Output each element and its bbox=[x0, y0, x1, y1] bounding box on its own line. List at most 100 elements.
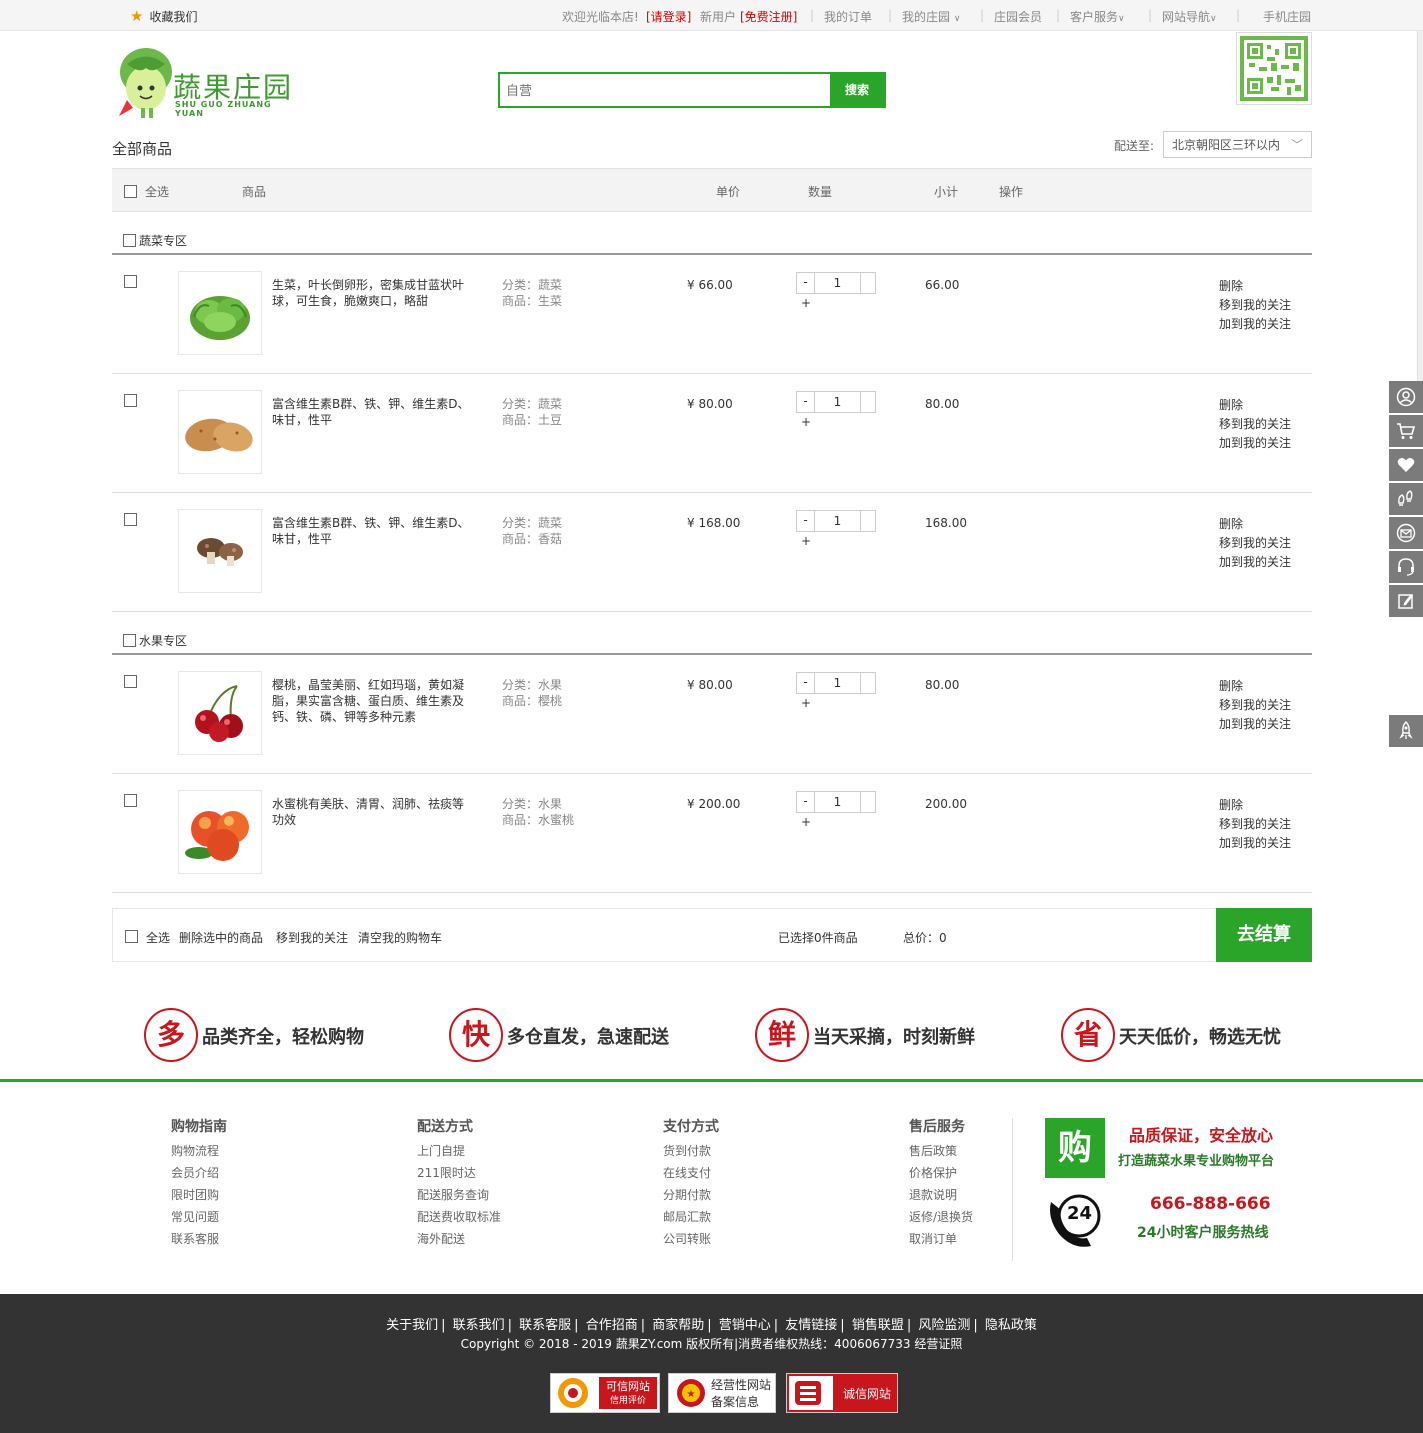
decrease-button[interactable]: - bbox=[797, 511, 815, 531]
member-link[interactable]: 庄园会员 bbox=[994, 8, 1042, 25]
footer-link[interactable]: 常见问题 bbox=[171, 1206, 227, 1228]
decrease-button[interactable]: - bbox=[797, 273, 815, 293]
item-checkbox[interactable] bbox=[124, 794, 137, 807]
select-all-checkbox[interactable] bbox=[124, 185, 137, 198]
increase-button[interactable]: + bbox=[801, 815, 811, 829]
back-to-top-rocket-icon[interactable] bbox=[1389, 715, 1423, 749]
footer-link[interactable]: 会员介绍 bbox=[171, 1162, 227, 1184]
product-desc[interactable]: 富含维生素B群、铁、钾、维生素D、味甘，性平 bbox=[272, 515, 472, 547]
heart-icon[interactable] bbox=[1389, 449, 1423, 483]
user-icon[interactable] bbox=[1389, 381, 1423, 415]
item-checkbox[interactable] bbox=[124, 275, 137, 288]
footer-link[interactable]: 上门自提 bbox=[417, 1140, 501, 1162]
feedback-edit-icon[interactable] bbox=[1389, 585, 1423, 619]
quantity-input[interactable]: 1 bbox=[815, 392, 861, 412]
product-image-lettuce[interactable] bbox=[178, 271, 262, 355]
move-follow-link[interactable]: 移到我的关注 bbox=[1219, 296, 1291, 315]
increase-button[interactable]: + bbox=[801, 296, 811, 310]
add-follow-link[interactable]: 加到我的关注 bbox=[1219, 553, 1291, 572]
delete-link[interactable]: 删除 bbox=[1219, 677, 1291, 696]
bottom-link[interactable]: 商家帮助 bbox=[652, 1318, 704, 1333]
clear-cart-link[interactable]: 清空我的购物车 bbox=[358, 929, 442, 946]
footer-link[interactable]: 退款说明 bbox=[909, 1184, 973, 1206]
add-follow-link[interactable]: 加到我的关注 bbox=[1219, 434, 1291, 453]
register-link[interactable]: [免费注册] bbox=[740, 8, 797, 25]
checkout-button[interactable]: 去结算 bbox=[1216, 908, 1312, 962]
deliver-select[interactable]: 北京朝阳区三环以内 ﹀ bbox=[1163, 131, 1312, 158]
cart-icon[interactable] bbox=[1389, 415, 1423, 449]
product-image-mushroom[interactable] bbox=[178, 509, 262, 593]
move-follow-link[interactable]: 移到我的关注 bbox=[1219, 415, 1291, 434]
footer-link[interactable]: 邮局汇款 bbox=[663, 1206, 719, 1228]
my-orders-link[interactable]: 我的订单 bbox=[824, 8, 872, 25]
site-nav-link[interactable]: 网站导航∨ bbox=[1162, 8, 1217, 25]
bottom-link[interactable]: 联系我们 bbox=[453, 1318, 505, 1333]
site-logo[interactable]: 蔬果庄园 SHU GUO ZHUANG YUAN bbox=[113, 44, 303, 124]
delete-link[interactable]: 删除 bbox=[1219, 277, 1291, 296]
increase-button[interactable]: + bbox=[801, 534, 811, 548]
delete-link[interactable]: 删除 bbox=[1219, 515, 1291, 534]
headset-icon[interactable] bbox=[1389, 551, 1423, 585]
product-desc[interactable]: 富含维生素B群、铁、钾、维生素D、味甘，性平 bbox=[272, 396, 472, 428]
decrease-button[interactable]: - bbox=[797, 673, 815, 693]
select-all-label[interactable]: 全选 bbox=[146, 929, 170, 946]
footer-link[interactable]: 价格保护 bbox=[909, 1162, 973, 1184]
move-follow-link[interactable]: 移到我的关注 bbox=[1219, 815, 1291, 834]
item-checkbox[interactable] bbox=[124, 513, 137, 526]
add-follow-link[interactable]: 加到我的关注 bbox=[1219, 834, 1291, 853]
product-image-cherry[interactable] bbox=[178, 671, 262, 755]
product-image-peach[interactable] bbox=[178, 790, 262, 874]
move-follow-link[interactable]: 移到我的关注 bbox=[1219, 696, 1291, 715]
select-all-checkbox[interactable] bbox=[125, 930, 138, 943]
footer-link[interactable]: 分期付款 bbox=[663, 1184, 719, 1206]
product-desc[interactable]: 樱桃，晶莹美丽、红如玛瑙，黄如凝脂，果实富含糖、蛋白质、维生素及钙、铁、磷、钾等… bbox=[272, 677, 472, 725]
history-footprint-icon[interactable] bbox=[1389, 483, 1423, 517]
footer-link[interactable]: 联系客服 bbox=[171, 1228, 227, 1250]
footer-link[interactable]: 在线支付 bbox=[663, 1162, 719, 1184]
section-checkbox[interactable] bbox=[123, 234, 136, 247]
section-checkbox[interactable] bbox=[123, 634, 136, 647]
bottom-link[interactable]: 销售联盟 bbox=[852, 1318, 904, 1333]
quantity-input[interactable]: 1 bbox=[815, 273, 861, 293]
quantity-input[interactable]: 1 bbox=[815, 511, 861, 531]
footer-link[interactable]: 取消订单 bbox=[909, 1228, 973, 1250]
bottom-link[interactable]: 隐私政策 bbox=[985, 1318, 1037, 1333]
bottom-link[interactable]: 友情链接 bbox=[785, 1318, 837, 1333]
business-site-badge[interactable]: ★ 经营性网站 备案信息 bbox=[668, 1373, 776, 1413]
quantity-input[interactable]: 1 bbox=[815, 673, 861, 693]
decrease-button[interactable]: - bbox=[797, 792, 815, 812]
message-icon[interactable] bbox=[1389, 517, 1423, 551]
trusted-site-badge[interactable]: 可信网站 信用评价 bbox=[550, 1373, 660, 1413]
delete-link[interactable]: 删除 bbox=[1219, 396, 1291, 415]
login-link[interactable]: [请登录] bbox=[646, 8, 691, 25]
footer-link[interactable]: 返修/退换货 bbox=[909, 1206, 973, 1228]
product-desc[interactable]: 水蜜桃有美肤、清胃、润肺、祛痰等功效 bbox=[272, 796, 472, 828]
footer-link[interactable]: 配送服务查询 bbox=[417, 1184, 501, 1206]
item-checkbox[interactable] bbox=[124, 675, 137, 688]
bottom-link[interactable]: 风险监测 bbox=[918, 1318, 970, 1333]
delete-selected-link[interactable]: 删除选中的商品 bbox=[179, 929, 263, 946]
delete-link[interactable]: 删除 bbox=[1219, 796, 1291, 815]
footer-link[interactable]: 公司转账 bbox=[663, 1228, 719, 1250]
decrease-button[interactable]: - bbox=[797, 392, 815, 412]
add-follow-link[interactable]: 加到我的关注 bbox=[1219, 715, 1291, 734]
bottom-link[interactable]: 合作招商 bbox=[586, 1318, 638, 1333]
increase-button[interactable]: + bbox=[801, 415, 811, 429]
search-button[interactable]: 搜索 bbox=[830, 74, 884, 106]
integrity-site-badge[interactable]: 诚信网站 bbox=[786, 1373, 898, 1413]
bottom-link[interactable]: 营销中心 bbox=[719, 1318, 771, 1333]
favorite-link[interactable]: ★ 收藏我们 bbox=[130, 7, 197, 25]
footer-link[interactable]: 配送费收取标准 bbox=[417, 1206, 501, 1228]
quantity-input[interactable]: 1 bbox=[815, 792, 861, 812]
footer-link[interactable]: 海外配送 bbox=[417, 1228, 501, 1250]
service-link[interactable]: 客户服务∨ bbox=[1070, 8, 1125, 25]
footer-link[interactable]: 购物流程 bbox=[171, 1140, 227, 1162]
product-desc[interactable]: 生菜，叶长倒卵形，密集成甘蓝状叶球，可生食，脆嫩爽口，略甜 bbox=[272, 277, 472, 309]
move-follow-link[interactable]: 移到我的关注 bbox=[276, 929, 348, 946]
footer-link[interactable]: 限时团购 bbox=[171, 1184, 227, 1206]
bottom-link[interactable]: 联系客服 bbox=[519, 1318, 571, 1333]
footer-link[interactable]: 211限时达 bbox=[417, 1162, 501, 1184]
bottom-link[interactable]: 关于我们 bbox=[386, 1318, 438, 1333]
my-manor-link[interactable]: 我的庄园 ∨ bbox=[902, 8, 960, 25]
footer-link[interactable]: 售后政策 bbox=[909, 1140, 973, 1162]
